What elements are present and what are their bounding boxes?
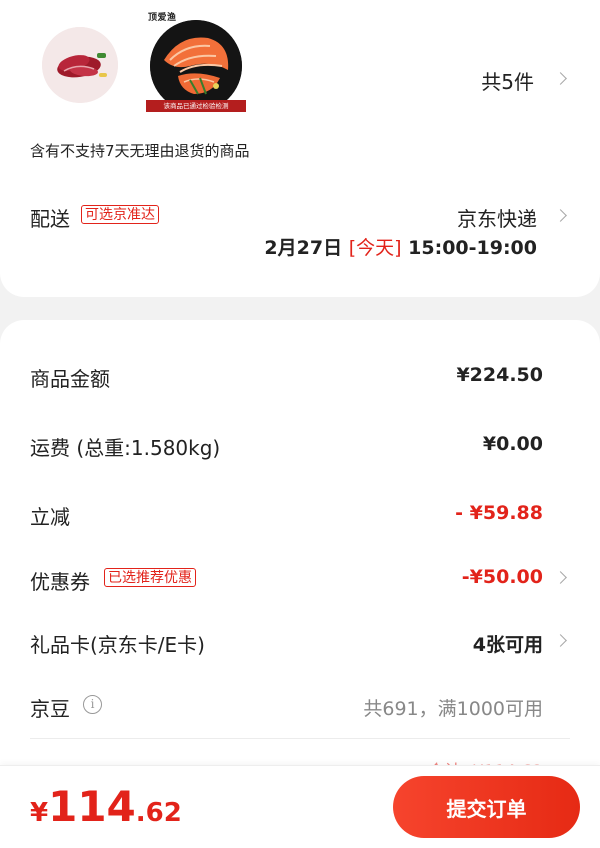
order-summary-card: 顶爱渔 该商品已通过检验检测 共5件 含有不支持7天无理由退货的商品 配送 可选… (0, 0, 600, 297)
goods-amount-value: ¥224.50 (456, 364, 543, 386)
goods-amount-label: 商品金额 (30, 367, 110, 391)
jd-beans-label: 京豆 (30, 697, 70, 721)
brand-logo-text: 顶爱渔 (148, 13, 177, 23)
shipping-fee-value: ¥0.00 (482, 433, 543, 455)
beef-slices-image (42, 27, 118, 103)
instant-discount-label: 立减 (30, 505, 70, 529)
salmon-image (150, 20, 242, 112)
total-integer: 114 (48, 782, 136, 831)
coupon-label: 优惠券 (30, 570, 90, 594)
jd-beans-value: 共691，满1000可用 (363, 698, 543, 720)
today-tag: [今天] (348, 237, 402, 259)
total-decimal: .62 (135, 798, 182, 828)
item-count[interactable]: 共5件 (481, 66, 534, 95)
delivery-time[interactable]: 2月27日 [今天] 15:00-19:00 (264, 233, 537, 260)
product-thumbnail-beef[interactable] (42, 27, 118, 103)
order-total: ¥114.62 (30, 782, 182, 831)
total-summary-peek: 合计: ¥114.62 (428, 757, 543, 765)
gift-card-label: 礼品卡(京东卡/E卡) (30, 633, 205, 657)
coupon-badge[interactable]: 已选推荐优惠 (104, 568, 196, 587)
return-policy-notice: 含有不支持7天无理由退货的商品 (30, 142, 250, 160)
delivery-date: 2月27日 (264, 237, 343, 259)
info-icon[interactable]: i (83, 695, 102, 714)
instant-discount-value: - ¥59.88 (455, 502, 543, 524)
gift-card-value[interactable]: 4张可用 (473, 630, 543, 657)
submit-order-button[interactable]: 提交订单 (393, 776, 580, 838)
currency-symbol: ¥ (30, 798, 49, 828)
delivery-time-slot: 15:00-19:00 (408, 237, 537, 259)
product-image-caption: 该商品已通过检验检测 (146, 100, 246, 112)
jingzhunda-badge[interactable]: 可选京准达 (81, 205, 159, 224)
delivery-carrier[interactable]: 京东快递 (457, 203, 537, 232)
chevron-right-icon[interactable] (554, 209, 567, 222)
divider (30, 738, 570, 739)
delivery-label: 配送 (30, 207, 70, 231)
shipping-fee-label: 运费 (总重:1.580kg) (30, 436, 221, 460)
coupon-value[interactable]: -¥50.00 (462, 566, 543, 588)
chevron-right-icon[interactable] (554, 72, 567, 85)
